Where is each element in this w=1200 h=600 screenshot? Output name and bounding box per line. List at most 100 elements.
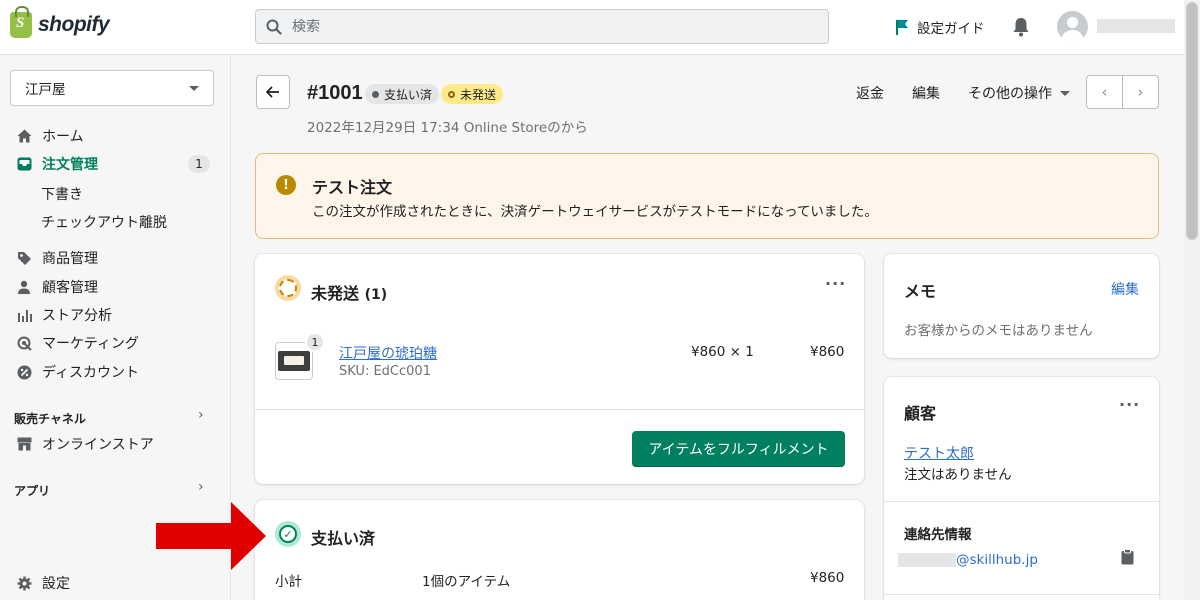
- quantity-badge: 1: [305, 332, 325, 352]
- customer-email-link[interactable]: @skillhub.jp: [956, 552, 1038, 568]
- sidebar-item-label: オンラインストア: [42, 437, 154, 453]
- customer-name-link[interactable]: テスト太郎: [904, 443, 974, 463]
- user-name-redacted: [1097, 19, 1175, 33]
- page-scrollbar[interactable]: [1184, 0, 1200, 600]
- notes-title: メモ: [904, 282, 937, 301]
- search-input[interactable]: [292, 18, 792, 35]
- refund-button[interactable]: 返金: [856, 83, 884, 103]
- store-selector[interactable]: 江戸屋: [10, 70, 214, 106]
- scrollbar-thumb[interactable]: [1186, 2, 1198, 240]
- customer-icon: [16, 279, 32, 295]
- status-ring-icon: [448, 90, 455, 98]
- sidebar-item-products[interactable]: 商品管理: [0, 244, 230, 272]
- shopify-logo[interactable]: shopify: [10, 6, 110, 38]
- home-icon: [16, 128, 32, 144]
- sidebar-subitem-abandoned-checkouts[interactable]: チェックアウト離脱: [41, 212, 167, 232]
- sidebar-item-label: 注文管理: [42, 157, 98, 173]
- test-order-banner: ! テスト注文 この注文が作成されたときに、決済ゲートウェイサービスがテストモー…: [255, 153, 1159, 239]
- more-options-icon[interactable]: ···: [825, 274, 846, 293]
- clipboard-icon[interactable]: [1121, 549, 1134, 569]
- search-bar[interactable]: [255, 9, 829, 44]
- next-order-button[interactable]: ›: [1123, 76, 1158, 108]
- orders-count-badge: 1: [188, 155, 210, 173]
- apps-heading: アプリ: [14, 484, 51, 498]
- bar-chart-icon: [16, 307, 32, 323]
- divider: [255, 409, 864, 410]
- setup-guide-button[interactable]: 設定ガイド: [895, 17, 985, 37]
- target-icon: [16, 335, 32, 351]
- flag-icon: [896, 20, 908, 35]
- store-icon: [16, 436, 32, 452]
- sidebar-subitem-drafts[interactable]: 下書き: [41, 184, 83, 204]
- sidebar-item-analytics[interactable]: ストア分析: [0, 301, 230, 329]
- orders-inbox-icon: [16, 156, 32, 172]
- sidebar-item-discounts[interactable]: ディスカウント: [0, 358, 230, 386]
- notes-card: メモ 編集 お客様からのメモはありません: [884, 254, 1159, 358]
- order-date: 2022年12月29日 17:34 Online Storeのから: [307, 120, 588, 136]
- sidebar-item-online-store[interactable]: オンラインストア: [0, 430, 230, 458]
- email-redacted: [898, 553, 956, 567]
- unfulfilled-title-text: 未発送: [311, 284, 360, 303]
- sidebar-item-label: ホーム: [42, 129, 84, 145]
- divider: [884, 594, 1159, 595]
- edit-button[interactable]: 編集: [912, 83, 940, 103]
- chevron-right-icon[interactable]: ›: [198, 407, 204, 423]
- unfulfilled-count: (1): [364, 287, 388, 303]
- logo-text: shopify: [38, 13, 110, 36]
- caret-down-icon: [1060, 90, 1070, 96]
- discount-icon: [16, 364, 32, 380]
- payment-title: 支払い済: [311, 529, 376, 548]
- more-actions-button[interactable]: その他の操作: [968, 83, 1070, 103]
- more-actions-label: その他の操作: [968, 86, 1052, 102]
- subtotal-items: 1個のアイテム: [422, 574, 511, 590]
- notes-edit-link[interactable]: 編集: [1111, 279, 1139, 299]
- badge-label: 支払い済: [384, 87, 433, 102]
- order-number: #1001: [307, 82, 363, 104]
- customer-orders: 注文はありません: [904, 467, 1012, 483]
- warning-icon: !: [276, 175, 296, 195]
- sidebar-item-label: 商品管理: [42, 251, 98, 267]
- sidebar-item-marketing[interactable]: マーケティング: [0, 329, 230, 357]
- unfulfilled-card: 未発送 (1) ··· 1 江戸屋の琥珀糖 SKU: EdCc001 ¥860 …: [255, 254, 864, 484]
- sidebar-item-settings[interactable]: 設定: [0, 569, 230, 597]
- search-icon: [266, 19, 282, 35]
- sidebar-item-customers[interactable]: 顧客管理: [0, 273, 230, 301]
- banner-title: テスト注文: [312, 178, 393, 197]
- divider: [884, 501, 1159, 502]
- line-total: ¥860: [810, 344, 845, 360]
- setup-guide-label: 設定ガイド: [917, 21, 985, 37]
- order-pager: ‹ ›: [1086, 75, 1159, 109]
- product-name-link[interactable]: 江戸屋の琥珀糖: [339, 343, 437, 363]
- banner-text: この注文が作成されたときに、決済ゲートウェイサービスがテストモードになっていまし…: [312, 204, 878, 220]
- unfulfilled-icon: [275, 275, 301, 301]
- subtotal-value: ¥860: [810, 570, 845, 586]
- sidebar-item-label: ディスカウント: [42, 365, 140, 381]
- sidebar-item-label: ストア分析: [42, 308, 112, 324]
- chevron-right-icon[interactable]: ›: [198, 479, 204, 495]
- caret-down-icon: [189, 85, 199, 91]
- sidebar-item-label: 設定: [42, 576, 70, 592]
- fulfillment-status-badge: 未発送: [441, 84, 504, 104]
- notes-empty-text: お客様からのメモはありません: [904, 323, 1093, 339]
- customer-title: 顧客: [904, 404, 937, 423]
- sales-channels-heading: 販売チャネル: [14, 412, 86, 426]
- sidebar-item-home[interactable]: ホーム: [0, 122, 230, 150]
- unfulfilled-title: 未発送 (1): [311, 280, 387, 304]
- gear-icon: [16, 575, 32, 591]
- subtotal-label: 小計: [275, 574, 302, 590]
- user-avatar[interactable]: [1057, 11, 1088, 42]
- red-annotation-arrow-icon: [156, 502, 266, 570]
- notification-bell-icon[interactable]: [1012, 17, 1030, 41]
- shopify-bag-icon: [10, 6, 32, 38]
- product-image: [278, 351, 310, 371]
- status-dot-icon: [372, 90, 379, 98]
- more-options-icon[interactable]: ···: [1119, 395, 1140, 414]
- arrow-left-icon: [266, 86, 279, 98]
- previous-order-button[interactable]: ‹: [1087, 76, 1123, 108]
- sidebar-item-orders[interactable]: 注文管理 1: [0, 150, 230, 178]
- unit-price: ¥860 × 1: [691, 344, 754, 360]
- back-button[interactable]: [256, 75, 290, 109]
- store-name: 江戸屋: [25, 82, 66, 98]
- fulfill-items-button[interactable]: アイテムをフルフィルメント: [632, 431, 845, 467]
- product-sku: SKU: EdCc001: [339, 364, 431, 379]
